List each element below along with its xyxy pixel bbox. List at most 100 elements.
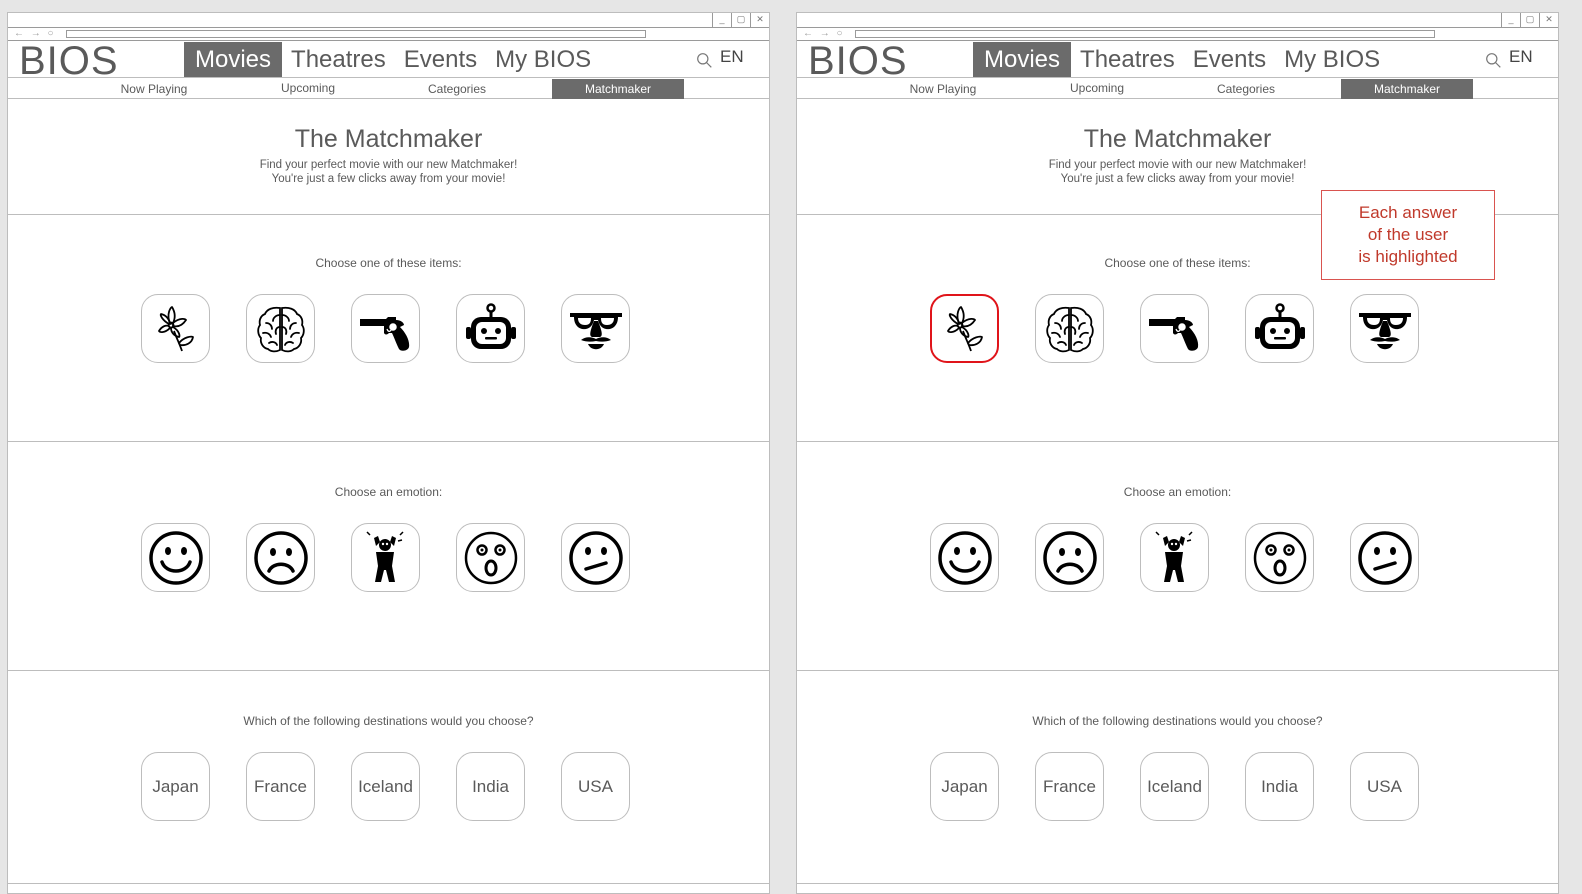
brain-icon xyxy=(251,299,311,359)
option-usa[interactable]: USA xyxy=(1350,752,1419,821)
nav-my-bios[interactable]: My BIOS xyxy=(1275,42,1389,77)
page-title: The Matchmaker xyxy=(1083,125,1272,153)
option-sad[interactable] xyxy=(246,523,315,592)
subnav-now-playing[interactable]: Now Playing xyxy=(877,79,1009,99)
disguise-glasses-icon xyxy=(566,299,626,359)
surprised-face-icon xyxy=(461,528,521,588)
option-robot[interactable] xyxy=(456,294,525,363)
robot-icon xyxy=(461,299,521,359)
nav-theatres[interactable]: Theatres xyxy=(282,42,395,77)
nav-my-bios[interactable]: My BIOS xyxy=(486,42,600,77)
flower-icon xyxy=(146,299,206,359)
nav-events[interactable]: Events xyxy=(395,42,486,77)
sub-nav: Now Playing Upcoming Categories Matchmak… xyxy=(8,79,769,99)
brain-icon xyxy=(1040,299,1100,359)
maximize-button[interactable]: ▢ xyxy=(1520,13,1539,27)
nav-movies[interactable]: Movies xyxy=(184,42,283,77)
annotation-line-3: is highlighted xyxy=(1358,247,1458,266)
option-happy[interactable] xyxy=(141,523,210,592)
disguise-glasses-icon xyxy=(1355,299,1415,359)
option-japan[interactable]: Japan xyxy=(930,752,999,821)
emotion-question: Choose an emotion: xyxy=(8,443,769,671)
window-controls: _ ▢ ✕ xyxy=(1501,13,1558,27)
option-neutral[interactable] xyxy=(1350,523,1419,592)
option-happy[interactable] xyxy=(930,523,999,592)
subnav-matchmaker[interactable]: Matchmaker xyxy=(552,79,684,99)
option-robot[interactable] xyxy=(1245,294,1314,363)
question-prompt: Choose an emotion: xyxy=(1123,485,1232,499)
subnav-now-playing[interactable]: Now Playing xyxy=(88,79,220,99)
neutral-face-icon xyxy=(1355,528,1415,588)
option-scared[interactable] xyxy=(351,523,420,592)
subnav-categories[interactable]: Categories xyxy=(391,79,523,99)
option-neutral[interactable] xyxy=(561,523,630,592)
search-icon[interactable] xyxy=(1485,52,1502,69)
nav-events[interactable]: Events xyxy=(1184,42,1275,77)
main-nav: Movies Theatres Events My BIOS xyxy=(184,42,600,77)
option-flower[interactable] xyxy=(141,294,210,363)
annotation-line-1: Each answer xyxy=(1358,203,1458,222)
maximize-button[interactable]: ▢ xyxy=(731,13,750,27)
option-japan[interactable]: Japan xyxy=(141,752,210,821)
minimize-button[interactable]: _ xyxy=(1501,13,1520,27)
option-surprised[interactable] xyxy=(1245,523,1314,592)
question-prompt: Which of the following destinations woul… xyxy=(243,714,534,728)
question-prompt: Choose an emotion: xyxy=(334,485,443,499)
option-revolver[interactable] xyxy=(351,294,420,363)
close-button[interactable]: ✕ xyxy=(750,13,769,27)
option-usa[interactable]: USA xyxy=(561,752,630,821)
subnav-matchmaker[interactable]: Matchmaker xyxy=(1341,79,1473,99)
option-brain[interactable] xyxy=(1035,294,1104,363)
robot-icon xyxy=(1250,299,1310,359)
option-iceland[interactable]: Iceland xyxy=(1140,752,1209,821)
site-logo[interactable]: BIOS xyxy=(808,39,908,83)
revolver-icon xyxy=(356,299,416,359)
question-prompt: Choose one of these items: xyxy=(315,256,462,270)
option-flower-selected[interactable] xyxy=(930,294,999,363)
destination-options: Japan France Iceland India USA xyxy=(930,752,1419,821)
option-disguise[interactable] xyxy=(561,294,630,363)
destination-question: Which of the following destinations woul… xyxy=(8,672,769,884)
destination-options: Japan France Iceland India USA xyxy=(141,752,630,821)
site-header: BIOS Movies Theatres Events My BIOS EN xyxy=(8,39,769,83)
url-bar[interactable] xyxy=(66,30,646,38)
sub-nav: Now Playing Upcoming Categories Matchmak… xyxy=(797,79,1558,99)
option-brain[interactable] xyxy=(246,294,315,363)
option-surprised[interactable] xyxy=(456,523,525,592)
emotion-options xyxy=(141,523,630,592)
option-iceland[interactable]: Iceland xyxy=(351,752,420,821)
surprised-face-icon xyxy=(1250,528,1310,588)
option-scared[interactable] xyxy=(1140,523,1209,592)
annotation-callout: Each answer of the user is highlighted xyxy=(1321,190,1495,280)
subnav-categories[interactable]: Categories xyxy=(1180,79,1312,99)
sad-face-icon xyxy=(1040,528,1100,588)
option-france[interactable]: France xyxy=(246,752,315,821)
wireframe-highlighted: _ ▢ ✕ ← → ○ BIOS Movies Theatres Events … xyxy=(796,12,1559,894)
window-controls: _ ▢ ✕ xyxy=(712,13,769,27)
minimize-button[interactable]: _ xyxy=(712,13,731,27)
annotation-line-2: of the user xyxy=(1367,225,1449,244)
language-selector[interactable]: EN xyxy=(1509,47,1533,67)
option-india[interactable]: India xyxy=(456,752,525,821)
url-bar[interactable] xyxy=(855,30,1435,38)
close-button[interactable]: ✕ xyxy=(1539,13,1558,27)
option-revolver[interactable] xyxy=(1140,294,1209,363)
subnav-upcoming[interactable]: Upcoming xyxy=(242,78,374,98)
hero-section: The Matchmaker Find your perfect movie w… xyxy=(8,100,769,215)
nav-theatres[interactable]: Theatres xyxy=(1071,42,1184,77)
happy-face-icon xyxy=(935,528,995,588)
site-logo[interactable]: BIOS xyxy=(19,39,119,83)
option-france[interactable]: France xyxy=(1035,752,1104,821)
subnav-upcoming[interactable]: Upcoming xyxy=(1031,78,1163,98)
items-question: Choose one of these items: xyxy=(8,216,769,442)
hero-subtitle-2: You're just a few clicks away from your … xyxy=(271,173,506,185)
question-prompt: Which of the following destinations woul… xyxy=(1032,714,1323,728)
main-nav: Movies Theatres Events My BIOS xyxy=(973,42,1389,77)
option-india[interactable]: India xyxy=(1245,752,1314,821)
language-selector[interactable]: EN xyxy=(720,47,744,67)
nav-movies[interactable]: Movies xyxy=(973,42,1072,77)
option-disguise[interactable] xyxy=(1350,294,1419,363)
browser-chrome: _ ▢ ✕ ← → ○ xyxy=(8,13,769,41)
option-sad[interactable] xyxy=(1035,523,1104,592)
search-icon[interactable] xyxy=(696,52,713,69)
